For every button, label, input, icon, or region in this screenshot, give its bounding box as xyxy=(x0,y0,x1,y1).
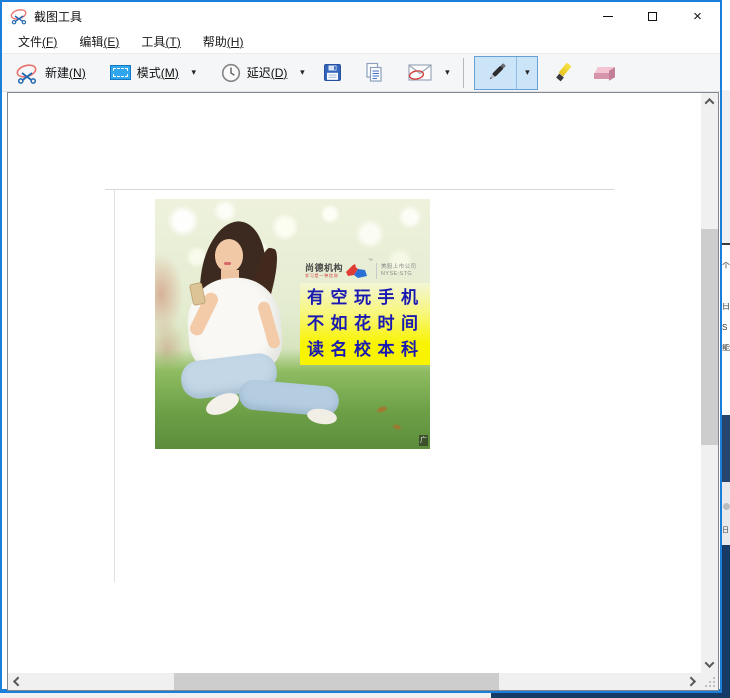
bg-partial-text: 日 xyxy=(722,525,729,535)
resize-grip-icon xyxy=(713,685,715,687)
delay-button[interactable]: 延迟D xyxy=(214,57,295,89)
logo-divider xyxy=(376,263,377,279)
mode-rectangle-icon xyxy=(110,65,131,80)
desktop-background-right: 个 日 S 能 日 xyxy=(722,0,730,698)
bg-partial-text: S xyxy=(722,324,730,332)
brand-tagline: 学习是一种信仰 xyxy=(305,274,343,278)
menu-tools[interactable]: 工具T xyxy=(133,30,188,53)
scrollbar-corner[interactable] xyxy=(701,673,718,690)
bg-segment xyxy=(722,0,730,90)
delay-clock-icon xyxy=(221,63,241,83)
email-icon xyxy=(408,64,432,81)
mode-button[interactable]: 模式M xyxy=(103,57,186,89)
close-button[interactable]: × xyxy=(675,2,720,30)
snipping-tool-app-icon xyxy=(10,7,28,25)
bg-segment xyxy=(722,90,730,243)
save-button[interactable] xyxy=(316,57,349,89)
bg-partial-icon xyxy=(723,503,730,510)
menubar: 文件F 编辑E 工具T 帮助H xyxy=(2,30,720,53)
bull-logo-icon xyxy=(344,263,368,280)
new-snip-button[interactable]: 新建N xyxy=(8,57,93,89)
pen-button[interactable] xyxy=(475,57,517,89)
horizontal-scrollbar[interactable] xyxy=(8,673,701,690)
mode-dropdown-arrow[interactable] xyxy=(186,57,202,89)
menu-file[interactable]: 文件F xyxy=(10,30,65,53)
bg-segment xyxy=(722,415,730,482)
bg-segment xyxy=(722,482,730,545)
minimize-icon xyxy=(603,16,613,17)
delay-dropdown-arrow[interactable] xyxy=(294,57,310,89)
snipping-tool-window: 截图工具 × 文件F 编辑E 工具T 帮助H 新建N 模式M xyxy=(0,0,722,693)
menu-help[interactable]: 帮助H xyxy=(195,30,252,53)
bg-segment xyxy=(722,545,730,698)
vertical-scrollbar[interactable] xyxy=(701,93,718,673)
ticker-text: NYSE:STG xyxy=(381,271,416,278)
chevron-left-icon xyxy=(13,677,23,687)
titlebar[interactable]: 截图工具 × xyxy=(2,2,720,30)
desktop-background-bottom xyxy=(0,693,722,698)
pen-icon xyxy=(483,60,509,86)
close-icon: × xyxy=(693,9,702,24)
vertical-scrollbar-thumb[interactable] xyxy=(701,229,718,445)
headline-line: 读名校本科 xyxy=(307,338,430,362)
toolbar-separator xyxy=(463,58,464,88)
menu-edit[interactable]: 编辑E xyxy=(71,30,127,53)
eraser-button[interactable] xyxy=(586,57,624,89)
headline-line: 有空玩手机 xyxy=(307,286,430,310)
eraser-icon xyxy=(593,64,617,82)
chevron-right-icon xyxy=(686,677,696,687)
toolbar: 新建N 模式M 延迟D xyxy=(2,53,720,92)
ad-headline-block: 有空玩手机 不如花时间 读名校本科 xyxy=(300,283,430,365)
maximize-button[interactable] xyxy=(630,2,675,30)
snip-canvas-area: 尚德机构 学习是一种信仰 ™ 美股上市公司 NYSE:STG xyxy=(7,92,719,691)
window-title: 截图工具 xyxy=(34,8,82,25)
bg-partial-text: 个 xyxy=(722,262,730,270)
new-snip-icon xyxy=(15,62,39,84)
copy-button[interactable] xyxy=(357,57,391,89)
captured-ad-image: 尚德机构 学习是一种信仰 ™ 美股上市公司 NYSE:STG xyxy=(155,199,430,449)
highlighter-icon xyxy=(553,62,575,84)
trademark-symbol: ™ xyxy=(368,258,373,264)
email-button[interactable] xyxy=(401,57,439,89)
horizontal-scrollbar-thumb[interactable] xyxy=(174,673,499,690)
pen-dropdown-arrow[interactable] xyxy=(517,57,537,89)
chevron-up-icon xyxy=(705,98,715,108)
headline-line: 不如花时间 xyxy=(307,312,430,336)
scroll-right-button[interactable] xyxy=(684,673,701,690)
highlighter-button[interactable] xyxy=(546,57,582,89)
scroll-left-button[interactable] xyxy=(8,673,25,690)
minimize-button[interactable] xyxy=(585,2,630,30)
woman-face xyxy=(215,239,243,272)
email-dropdown-arrow[interactable] xyxy=(439,57,455,89)
copy-icon xyxy=(364,62,384,83)
chevron-down-icon xyxy=(705,658,715,668)
woman-lips xyxy=(224,262,231,265)
scroll-down-button[interactable] xyxy=(701,656,718,673)
sunlands-logo-row: 尚德机构 学习是一种信仰 ™ 美股上市公司 NYSE:STG xyxy=(305,256,429,286)
maximize-icon xyxy=(648,12,657,21)
listing-text: 美股上市公司 xyxy=(381,264,416,271)
captured-vertical-rule xyxy=(114,189,115,582)
captured-horizontal-rule xyxy=(105,189,614,190)
bg-partial-text: 能 xyxy=(722,344,730,352)
pen-tool-selected xyxy=(474,56,538,90)
save-icon xyxy=(323,63,342,82)
scroll-up-button[interactable] xyxy=(701,93,718,110)
bg-partial-text: 日 xyxy=(722,303,730,311)
snip-annotation-surface[interactable]: 尚德机构 学习是一种信仰 ™ 美股上市公司 NYSE:STG xyxy=(8,93,701,673)
ad-watermark: 广 xyxy=(419,435,428,446)
brand-name: 尚德机构 xyxy=(305,264,343,273)
